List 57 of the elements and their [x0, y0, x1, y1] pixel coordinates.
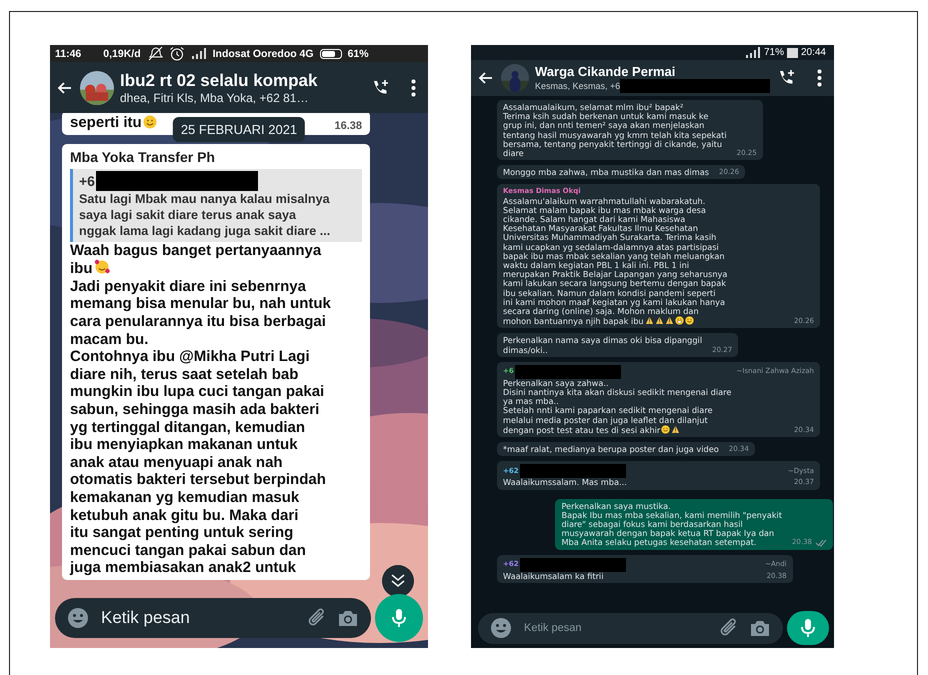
- status-text: 0,19K/d: [103, 48, 141, 60]
- emoji-icon[interactable]: [67, 607, 89, 629]
- battery-icon: [320, 48, 342, 58]
- chat-subtitle: dhea, Fitri Kls, Mba Yoka, +62 81…: [120, 90, 308, 104]
- back-icon[interactable]: [56, 80, 74, 96]
- message-text: Jadi penyakit diare ini sebenrnya memang bisa menular bu, nah untuk cara penularannya itu bisa berbagai macam bu. Contohnya ibu @Mikha Putri Lagi diare nih, terus saat setelah bab mungkin ibu lupa cuci tangan pakai sabun, sehingga masih ada bakteri yg tertinggal ditangan, kemudian ibu menyiapkan makanan untuk anak atau menyuapi anak nah otomatis bakteri tersebut berpindah kemakanan yg kemudian masuk ketubuh anak gitu bu. Maka dari itu sangat penting untuk sering mencuci tangan pakai sabun dan juga membiasakan anak2 untuk: [70, 278, 331, 576]
- status-text: Indosat Ooredoo 4G: [212, 48, 314, 60]
- chat-subtitle: Kesmas, Kesmas, +6: [535, 80, 620, 90]
- smiley-icon: [674, 316, 684, 326]
- alarm-icon: [168, 46, 185, 61]
- composer-field[interactable]: Ketik pesan: [55, 598, 371, 638]
- sender-name: Mba Yoka Transfer Ph: [70, 148, 215, 167]
- smiley-hearts-icon: [94, 259, 110, 276]
- message-text: Monggo mba zahwa, mba mustika dan mas dimas: [503, 167, 710, 178]
- message-field[interactable]: Ketik pesan: [522, 621, 709, 635]
- status-text: 20:44: [800, 47, 826, 58]
- message-text: dengan post test atau tes di sesi akhir: [503, 424, 660, 435]
- message-text: *maaf ralat, medianya berupa poster dan juga video: [503, 444, 719, 454]
- emoji-icon[interactable]: [490, 617, 512, 639]
- chat-title: Warga Cikande Permai: [535, 64, 676, 78]
- quote-text: Satu lagi Mbak mau nanya kalau misalnya saya lagi sakit diare terus anak saya nggak lama lagi kadang juga sakit diare ...: [79, 190, 332, 239]
- menu-icon[interactable]: [411, 78, 416, 96]
- back-icon[interactable]: [477, 70, 495, 86]
- message-text: Perkenalkan saya mustika. Bapak Ibu mas mba sekalian, kami memilih "penyakit diare" sebagai fokus kami berdasarkan hasil musyawarah dengan bapak ketua RT bapak Iya dan Mba Anita selaku petugas kesehatan setempat.: [561, 500, 782, 548]
- smiley-icon: [661, 424, 670, 434]
- mic-icon: [798, 618, 818, 638]
- message-field[interactable]: Ketik pesan: [99, 607, 297, 629]
- quote-sender: +6: [79, 172, 95, 189]
- status-text: 61%: [348, 48, 369, 60]
- add-call-icon[interactable]: [371, 78, 389, 96]
- signal-icon: [744, 46, 761, 59]
- message-text: ibu: [70, 260, 92, 278]
- paperclip-icon[interactable]: [719, 618, 739, 638]
- smiley-icon: [684, 316, 694, 326]
- bell-off-icon: [146, 46, 163, 61]
- composer-field[interactable]: Ketik pesan: [478, 612, 783, 644]
- message-text: seperti itu: [70, 114, 142, 131]
- status-text: 71%: [764, 47, 784, 58]
- message-time: 16.38: [334, 120, 362, 132]
- message-text: Waalaikumsalam ka fitrii: [503, 570, 604, 581]
- paperclip-icon[interactable]: [307, 608, 327, 628]
- smiley-icon: [142, 115, 157, 129]
- signal-icon: [190, 47, 207, 60]
- status-text: 11:46: [55, 48, 82, 60]
- message-text: Waah bagus banget pertanyaannya: [70, 242, 322, 259]
- mic-icon: [389, 608, 409, 628]
- message-text: Perkenalkan nama saya dimas oki bisa dipanggil dimas/oki..: [503, 335, 702, 355]
- menu-icon[interactable]: [817, 69, 822, 87]
- message-text: mohon bantuannya njih bapak ibu: [503, 316, 644, 326]
- date-chip: 25 FEBRUARI 2021: [172, 117, 306, 142]
- chat-title: Ibu2 rt 02 selalu kompak: [120, 70, 318, 90]
- camera-icon[interactable]: [337, 608, 359, 628]
- message-text: Waalaikumssalam. Mas mba...: [503, 477, 627, 488]
- camera-icon[interactable]: [749, 618, 771, 638]
- mic-button[interactable]: [787, 611, 829, 645]
- battery-icon: [786, 46, 798, 58]
- message-text: Assalamualaikum, selamat mlm ibu² bapak² Terima ksih sudah berkenan untuk kami masuk ke grup ini, dan nnti temen² saya akan menjelaskan tentang hasil musyawarah yg kmrn telah kita sepekati bersama, tentang penyakit tertinggi di cikande, yaitu diare: [503, 102, 727, 158]
